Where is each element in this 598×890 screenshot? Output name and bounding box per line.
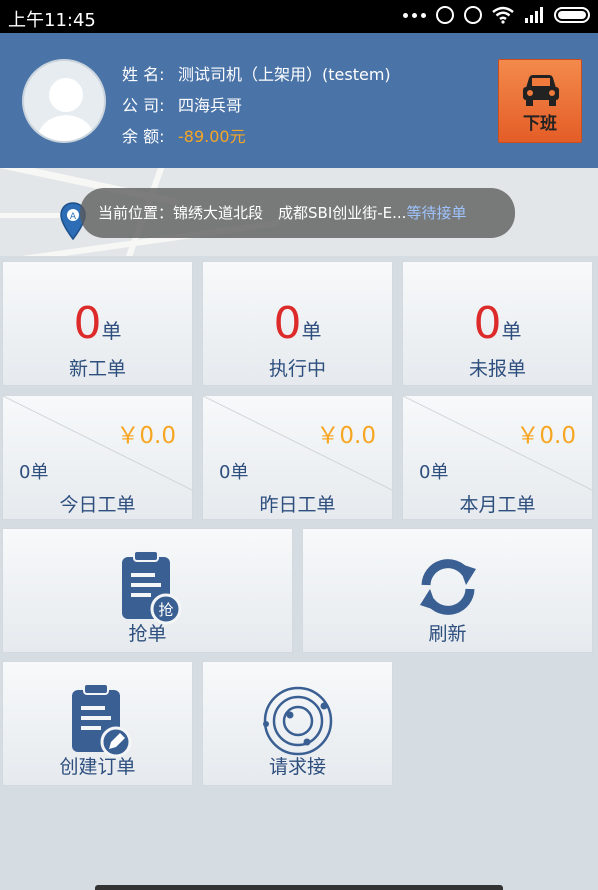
in-progress-tile[interactable]: 0单 执行中 [202,261,393,386]
month-orders-amount: ￥0.0 [516,423,576,449]
today-orders-tile[interactable]: ￥0.0 0单 今日工单 [2,395,194,520]
name-value: 测试司机（上架用）(testem) [178,65,391,84]
map-view[interactable]: A 当前位置：锦绣大道北段 成都SBI创业街-E...等待接单 [0,168,598,256]
wifi-icon [492,6,514,24]
new-orders-label: 新工单 [68,358,126,380]
avatar[interactable] [22,59,106,143]
bottom-scroll-indicator [95,885,503,890]
status-bar: 上午11:45 [0,0,598,33]
unreported-count: 0 [473,298,502,349]
refresh-button[interactable]: 刷新 [302,528,593,653]
request-pickup-button[interactable]: 请求接 [202,661,393,786]
svg-text:A: A [70,212,77,222]
in-progress-unit: 单 [301,319,322,343]
refresh-label: 刷新 [428,623,467,645]
today-orders-label: 今日工单 [59,494,136,516]
unreported-unit: 单 [501,319,522,343]
grab-order-label: 抢单 [128,623,167,645]
create-order-label: 创建订单 [59,756,136,778]
month-orders-count: 0单 [419,462,449,483]
off-duty-button[interactable]: 下班 [498,59,582,143]
month-orders-tile[interactable]: ￥0.0 0单 本月工单 [402,395,594,520]
yesterday-orders-amount: ￥0.0 [316,423,376,449]
battery-icon [554,7,590,23]
request-pickup-label: 请求接 [268,756,326,778]
in-progress-count: 0 [273,298,302,349]
car-icon [523,75,559,106]
today-orders-amount: ￥0.0 [116,423,176,449]
new-orders-unit: 单 [101,319,122,343]
yesterday-orders-count: 0单 [219,462,249,483]
in-progress-label: 执行中 [268,358,326,380]
signal-icon [525,7,543,23]
status-time: 上午11:45 [8,10,96,31]
off-duty-label: 下班 [523,114,557,134]
yesterday-orders-label: 昨日工单 [259,494,336,516]
driver-header: 姓 名: 测试司机（上架用）(testem) 公 司: 四海兵哥 余 额: -89.0… [0,33,598,168]
new-orders-count: 0 [73,298,102,349]
today-orders-count: 0单 [19,462,49,483]
user-silhouette-icon [36,78,96,141]
radar-icon [262,686,332,756]
unreported-label: 未报单 [468,358,526,380]
location-status-icon [436,6,454,24]
create-order-button[interactable]: 创建订单 [2,661,193,786]
waiting-status: 等待接单 [406,204,467,222]
grab-badge-text: 抢 [158,601,173,619]
month-orders-label: 本月工单 [459,494,536,516]
balance-value: -89.00元 [178,127,246,146]
new-orders-tile[interactable]: 0单 新工单 [2,261,193,386]
current-location-bar[interactable]: 当前位置：锦绣大道北段 成都SBI创业街-E...等待接单 [80,188,515,238]
driver-info: 姓 名: 测试司机（上架用）(testem) 公 司: 四海兵哥 余 额: -89.0… [122,59,391,152]
refresh-icon [419,559,476,615]
yesterday-orders-tile[interactable]: ￥0.0 0单 昨日工单 [202,395,394,520]
more-notifications-icon [403,12,426,18]
alarm-icon [464,6,482,24]
company-value: 四海兵哥 [178,96,243,115]
balance-label: 余 额: [122,127,165,146]
current-location-text: 当前位置：锦绣大道北段 成都SBI创业街-E... [98,204,407,222]
grab-order-button[interactable]: 抢 抢单 [2,528,293,653]
unreported-tile[interactable]: 0单 未报单 [402,261,593,386]
name-label: 姓 名: [122,65,165,84]
company-label: 公 司: [122,96,165,115]
